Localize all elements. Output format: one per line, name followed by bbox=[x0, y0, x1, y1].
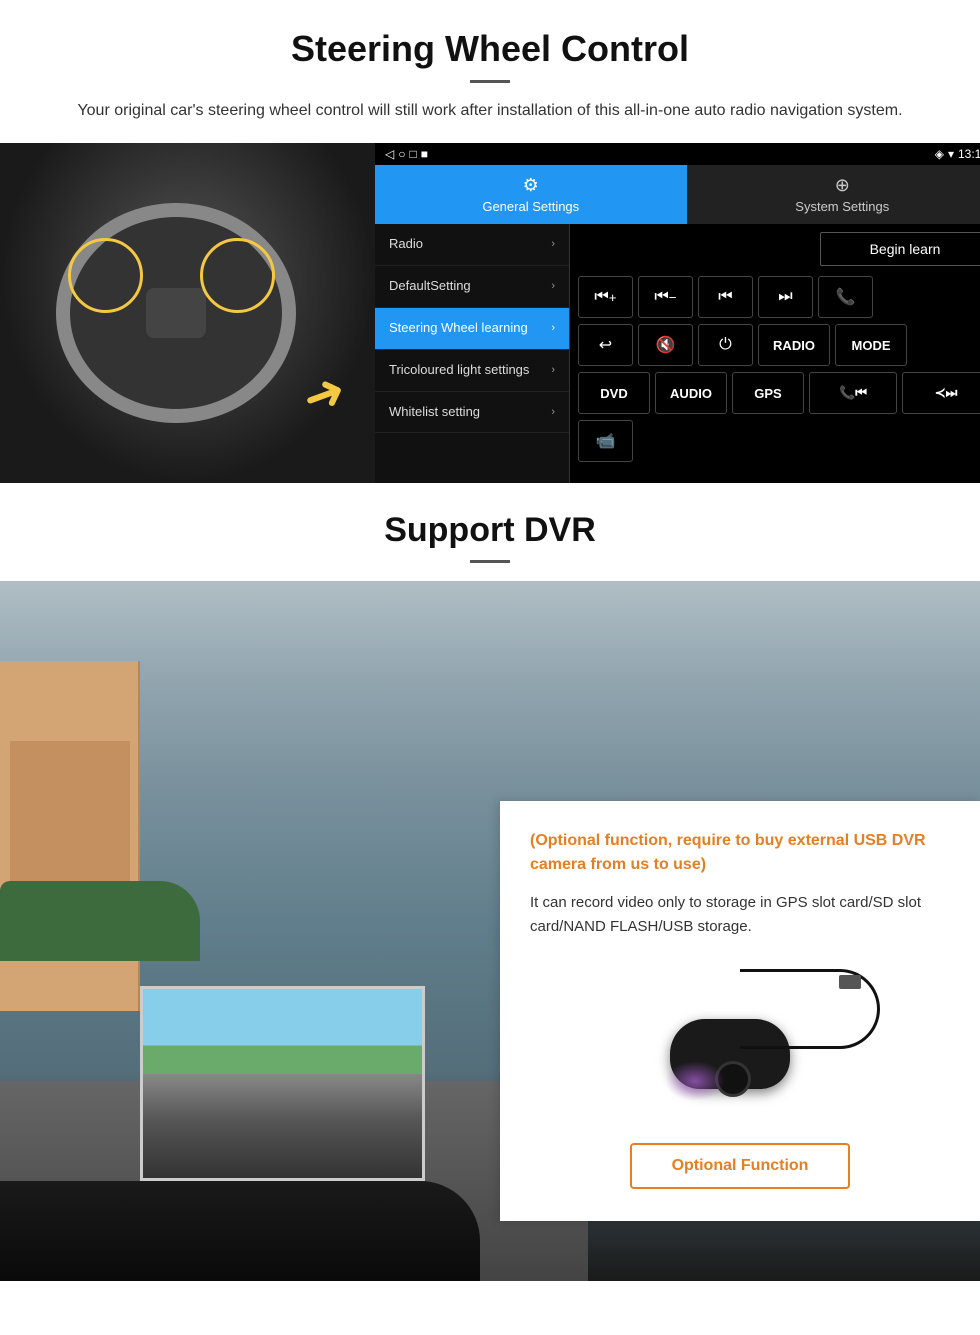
ctrl-gps[interactable]: GPS bbox=[732, 372, 804, 414]
steering-wheel-section: Steering Wheel Control Your original car… bbox=[0, 0, 980, 123]
menu-list: Radio › DefaultSetting › Steering Wheel … bbox=[375, 224, 570, 483]
dvr-camera-cable bbox=[740, 969, 880, 1049]
location-icon: ◈ bbox=[935, 147, 944, 161]
menu-default-arrow: › bbox=[551, 280, 555, 292]
ctrl-phone-prev[interactable]: 📞⏮ bbox=[809, 372, 897, 414]
tab-general-label: General Settings bbox=[482, 199, 579, 214]
ctrl-radio[interactable]: RADIO bbox=[758, 324, 830, 366]
control-row-3: DVD AUDIO GPS 📞⏮ ≺⏭ bbox=[578, 372, 980, 414]
ctrl-vol-up[interactable]: ⏮+ bbox=[578, 276, 633, 318]
ctrl-vol-down[interactable]: ⏮− bbox=[638, 276, 693, 318]
title-divider bbox=[470, 80, 510, 83]
control-buttons-panel: Begin learn ⏮+ ⏮− ⏮ ⏭ 📞 ↩ 🔇 ⏻ RADIO MODE bbox=[570, 224, 980, 483]
settings-icon: ⚙ bbox=[523, 175, 539, 196]
ctrl-next-track[interactable]: ⏭ bbox=[758, 276, 813, 318]
dvr-title: Support DVR bbox=[0, 511, 980, 550]
menu-tricoloured-label: Tricoloured light settings bbox=[389, 362, 529, 379]
ctrl-hang-up[interactable]: ↩ bbox=[578, 324, 633, 366]
menu-radio-label: Radio bbox=[389, 236, 423, 253]
nav-extra-icon: ■ bbox=[421, 147, 428, 161]
ctrl-mode[interactable]: MODE bbox=[835, 324, 907, 366]
steering-wheel-panel: ➜ ◁ ○ □ ■ ◈ ▾ 13:13 ⚙ General Settings ⊕… bbox=[0, 143, 980, 483]
dvr-camera-image bbox=[530, 959, 950, 1119]
nav-home-icon: ○ bbox=[398, 147, 405, 161]
menu-tricoloured-arrow: › bbox=[551, 364, 555, 376]
control-row-4: 📹 bbox=[578, 420, 980, 462]
steering-wheel-graphic bbox=[56, 203, 296, 423]
steering-wheel-photo: ➜ bbox=[0, 143, 375, 483]
dvr-optional-note: (Optional function, require to buy exter… bbox=[530, 829, 950, 877]
right-button-circle bbox=[200, 238, 275, 313]
dvr-camera-light bbox=[665, 1061, 725, 1101]
menu-item-default-setting[interactable]: DefaultSetting › bbox=[375, 266, 569, 308]
menu-whitelist-arrow: › bbox=[551, 406, 555, 418]
dvr-screenshot-thumbnail bbox=[140, 986, 425, 1181]
dvr-dashboard bbox=[0, 1181, 480, 1281]
tab-system-label: System Settings bbox=[795, 199, 889, 214]
control-row-2: ↩ 🔇 ⏻ RADIO MODE bbox=[578, 324, 980, 366]
left-button-circle bbox=[68, 238, 143, 313]
nav-back-icon: ◁ bbox=[385, 147, 394, 161]
ctrl-phone[interactable]: 📞 bbox=[818, 276, 873, 318]
menu-whitelist-label: Whitelist setting bbox=[389, 404, 480, 421]
menu-item-whitelist[interactable]: Whitelist setting › bbox=[375, 392, 569, 434]
android-status-bar: ◁ ○ □ ■ ◈ ▾ 13:13 bbox=[375, 143, 980, 165]
dvr-scene: (Optional function, require to buy exter… bbox=[0, 581, 980, 1281]
dvr-section: Support DVR (Optional function, require … bbox=[0, 483, 980, 1281]
dvr-header: Support DVR bbox=[0, 483, 980, 581]
arrow-indicator: ➜ bbox=[294, 360, 353, 429]
system-icon: ⊕ bbox=[835, 175, 850, 196]
menu-item-tricoloured[interactable]: Tricoloured light settings › bbox=[375, 350, 569, 392]
tab-general-settings[interactable]: ⚙ General Settings bbox=[375, 165, 687, 224]
menu-default-label: DefaultSetting bbox=[389, 278, 471, 295]
begin-learn-button[interactable]: Begin learn bbox=[820, 232, 980, 266]
page-title: Steering Wheel Control bbox=[40, 28, 940, 70]
dvr-description: It can record video only to storage in G… bbox=[530, 891, 950, 939]
ctrl-phone-next[interactable]: ≺⏭ bbox=[902, 372, 980, 414]
dvr-usb-connector bbox=[839, 975, 861, 989]
ctrl-dvr[interactable]: 📹 bbox=[578, 420, 633, 462]
android-tabs: ⚙ General Settings ⊕ System Settings bbox=[375, 165, 980, 224]
section-description: Your original car's steering wheel contr… bbox=[60, 99, 920, 123]
ctrl-audio[interactable]: AUDIO bbox=[655, 372, 727, 414]
dvr-screenshot-image bbox=[143, 989, 422, 1178]
tab-system-settings[interactable]: ⊕ System Settings bbox=[687, 165, 980, 224]
dvr-info-card: (Optional function, require to buy exter… bbox=[500, 801, 980, 1221]
menu-item-radio[interactable]: Radio › bbox=[375, 224, 569, 266]
steering-wheel-inner: ➜ bbox=[0, 143, 375, 483]
status-time: 13:13 bbox=[958, 147, 980, 161]
ctrl-prev-track[interactable]: ⏮ bbox=[698, 276, 753, 318]
menu-item-steering-wheel[interactable]: Steering Wheel learning › bbox=[375, 308, 569, 350]
android-menu-area: Radio › DefaultSetting › Steering Wheel … bbox=[375, 224, 980, 483]
dvr-divider bbox=[470, 560, 510, 563]
dvr-hedge bbox=[0, 881, 200, 961]
begin-learn-row: Begin learn bbox=[578, 232, 980, 266]
ctrl-power[interactable]: ⏻ bbox=[698, 324, 753, 366]
wifi-icon: ▾ bbox=[948, 147, 954, 161]
ctrl-mute[interactable]: 🔇 bbox=[638, 324, 693, 366]
menu-steering-label: Steering Wheel learning bbox=[389, 320, 528, 337]
control-row-1: ⏮+ ⏮− ⏮ ⏭ 📞 bbox=[578, 276, 980, 318]
menu-radio-arrow: › bbox=[551, 238, 555, 250]
menu-steering-arrow: › bbox=[551, 322, 555, 334]
dvr-camera-visual bbox=[580, 959, 900, 1119]
android-ui-panel: ◁ ○ □ ■ ◈ ▾ 13:13 ⚙ General Settings ⊕ S… bbox=[375, 143, 980, 483]
nav-recent-icon: □ bbox=[409, 147, 416, 161]
optional-function-button[interactable]: Optional Function bbox=[630, 1143, 850, 1189]
ctrl-dvd[interactable]: DVD bbox=[578, 372, 650, 414]
